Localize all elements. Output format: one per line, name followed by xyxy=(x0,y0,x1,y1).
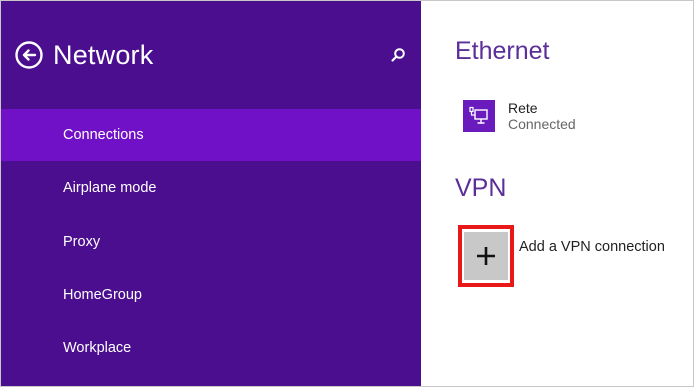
vpn-section-title: VPN xyxy=(455,174,507,202)
page-title: Network xyxy=(53,39,154,70)
ethernet-section-title: Ethernet xyxy=(455,37,550,65)
sidebar-item-label: Workplace xyxy=(63,340,132,356)
ethernet-network-icon xyxy=(463,100,495,132)
sidebar: Network Connections Airplane mode Proxy … xyxy=(1,1,421,386)
add-vpn-label[interactable]: Add a VPN connection xyxy=(519,239,665,255)
search-icon[interactable] xyxy=(386,43,410,67)
sidebar-item-proxy[interactable]: Proxy xyxy=(1,216,421,268)
network-settings-window: Network Connections Airplane mode Proxy … xyxy=(0,0,694,387)
sidebar-item-homegroup[interactable]: HomeGroup xyxy=(1,269,421,321)
back-arrow-circle-icon[interactable] xyxy=(13,39,45,71)
sidebar-item-airplane-mode[interactable]: Airplane mode xyxy=(1,162,421,214)
sidebar-item-workplace[interactable]: Workplace xyxy=(1,322,421,374)
add-vpn-button[interactable] xyxy=(458,225,514,287)
add-vpn-tile xyxy=(464,232,508,280)
sidebar-item-label: Airplane mode xyxy=(63,180,157,196)
sidebar-item-label: Connections xyxy=(63,127,144,143)
sidebar-item-label: HomeGroup xyxy=(63,287,142,303)
sidebar-item-connections[interactable]: Connections xyxy=(1,109,421,161)
connection-status: Connected xyxy=(508,116,576,132)
connection-name: Rete xyxy=(508,100,538,116)
ethernet-connection-item[interactable]: Rete Connected xyxy=(463,100,576,132)
sidebar-header: Network xyxy=(13,31,413,79)
ethernet-connection-text: Rete Connected xyxy=(508,100,576,132)
sidebar-item-label: Proxy xyxy=(63,234,101,250)
plus-icon xyxy=(477,247,495,265)
main-content: Ethernet Rete Connected VPN Add a VPN co… xyxy=(421,1,693,386)
